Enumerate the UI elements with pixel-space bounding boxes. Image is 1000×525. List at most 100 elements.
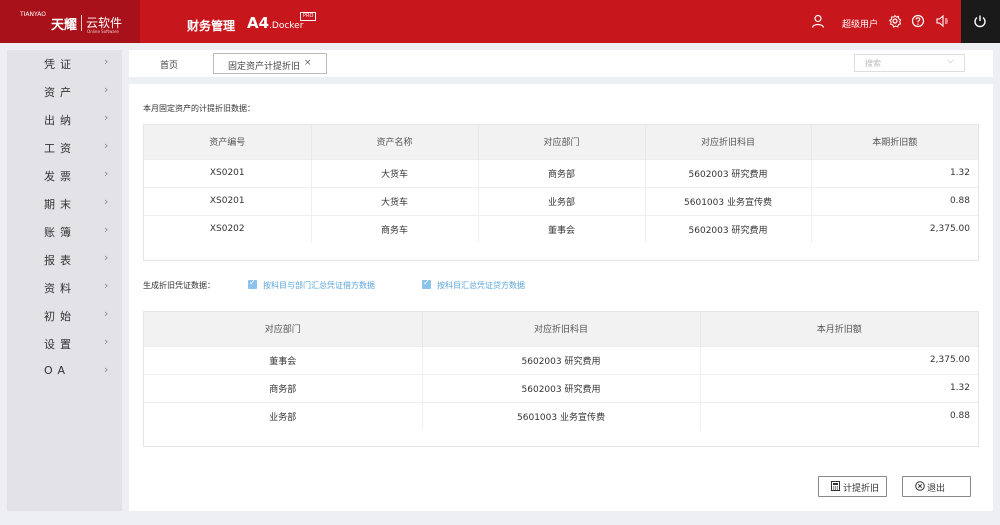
table-row[interactable]: 商务部 5602003 研究费用 1.32 (144, 373, 978, 402)
app-header: TIANYAO 天耀 云软件 Online Software 财务管理 A4.D… (0, 0, 1000, 43)
table-row[interactable]: 董事会 5602003 研究费用 2,375.00 (144, 345, 978, 374)
checkbox-debit-summary-label[interactable]: 按科目与部门汇总凭证借方数据 (263, 280, 375, 291)
chevron-right-icon: › (104, 55, 109, 68)
logo-brand-en: TIANYAO (20, 11, 46, 18)
power-button[interactable] (961, 0, 1000, 43)
user-name[interactable]: 超级用户 (842, 17, 878, 30)
chevron-right-icon: › (104, 195, 109, 208)
sidebar-item-reports[interactable]: 报表 › (7, 248, 122, 270)
sidebar-item-assets[interactable]: 资产 › (7, 80, 122, 102)
sidebar-item-label: 发票 (44, 170, 76, 183)
exit-button[interactable]: 退出 (902, 476, 971, 497)
table-cell: 业务部 (478, 186, 646, 215)
table-cell: 1.32 (811, 158, 978, 187)
table-cell: XS0201 (144, 186, 312, 215)
tab-label: 固定资产计提折旧 (228, 62, 301, 72)
table-cell: XS0201 (144, 158, 312, 187)
gear-icon[interactable] (888, 14, 902, 28)
sidebar-item-ledger[interactable]: 账簿 › (7, 220, 122, 242)
chevron-right-icon: › (104, 111, 109, 124)
sidebar-item-label: 资料 (44, 282, 76, 295)
sidebar-item-cashier[interactable]: 出纳 › (7, 108, 122, 130)
sidebar-item-label: 设置 (44, 338, 76, 351)
sidebar-item-period-end[interactable]: 期末 › (7, 192, 122, 214)
tab-home[interactable]: 首页 (160, 58, 178, 71)
sidebar-item-label: 工资 (44, 142, 76, 155)
column-header: 对应部门 (478, 125, 646, 159)
logo-brand-cn: 天耀 (51, 18, 78, 33)
chevron-right-icon: › (104, 83, 109, 96)
sidebar-item-initial[interactable]: 初始 › (7, 304, 122, 326)
sidebar-item-label: 账簿 (44, 226, 76, 239)
chevron-right-icon: › (104, 279, 109, 292)
table-cell: 5602003 研究费用 (422, 373, 701, 402)
search-placeholder: 搜索 (865, 59, 881, 68)
checkbox-credit-summary[interactable] (422, 278, 431, 289)
table-cell: 董事会 (478, 214, 646, 243)
exit-icon (915, 481, 925, 494)
table-cell: 1.32 (700, 373, 978, 402)
tab-bar: 首页 固定资产计提折旧 × 搜索 ⌵ (129, 50, 993, 77)
search-select[interactable]: 搜索 ⌵ (854, 54, 965, 72)
table-cell: 5601003 业务宣传费 (645, 186, 812, 215)
sidebar-item-label: 初始 (44, 310, 76, 323)
chevron-right-icon: › (104, 223, 109, 236)
column-header: 资产编号 (144, 125, 312, 159)
chevron-right-icon: › (104, 251, 109, 264)
sidebar-item-label: 期末 (44, 198, 76, 211)
depreciate-button-label: 计提折旧 (843, 484, 880, 494)
column-header: 本期折旧额 (811, 125, 978, 159)
close-icon[interactable]: × (304, 58, 312, 68)
column-header: 对应部门 (144, 312, 423, 346)
sidebar-item-settings[interactable]: 设置 › (7, 332, 122, 354)
user-icon[interactable] (811, 14, 825, 28)
table-row[interactable]: 业务部 5601003 业务宣传费 0.88 (144, 401, 978, 430)
chevron-down-icon: ⌵ (947, 56, 954, 66)
table-cell: 0.88 (811, 186, 978, 215)
table-cell: 业务部 (144, 401, 423, 430)
table-cell: 大货车 (311, 186, 479, 215)
checkbox-credit-summary-label[interactable]: 按科目汇总凭证贷方数据 (437, 280, 525, 291)
table-row[interactable]: XS0201 大货车 商务部 5602003 研究费用 1.32 (144, 158, 978, 187)
a4-docker-logo: A4.Docker (247, 14, 303, 32)
table-header-row: 资产编号 资产名称 对应部门 对应折旧科目 本期折旧额 (144, 125, 978, 159)
table-cell: XS0202 (144, 214, 312, 243)
table-cell: 5602003 研究费用 (645, 214, 812, 243)
table-cell: 5602003 研究费用 (645, 158, 812, 187)
column-header: 本月折旧额 (700, 312, 978, 346)
table-cell: 商务车 (311, 214, 479, 243)
logo-subtitle: Online Software (87, 29, 119, 34)
help-icon[interactable] (911, 14, 925, 28)
notification-icon[interactable] (935, 14, 949, 28)
sidebar-item-label: 出纳 (44, 114, 76, 127)
a4-text: A4 (247, 14, 270, 32)
sidebar-item-invoice[interactable]: 发票 › (7, 164, 122, 186)
checkbox-debit-summary[interactable] (248, 278, 257, 289)
chevron-right-icon: › (104, 307, 109, 320)
table-cell: 5601003 业务宣传费 (422, 401, 701, 430)
column-header: 资产名称 (311, 125, 479, 159)
table-cell: 商务部 (144, 373, 423, 402)
depreciate-button[interactable]: 计提折旧 (818, 476, 887, 497)
chevron-right-icon: › (104, 139, 109, 152)
sidebar-item-data[interactable]: 资料 › (7, 276, 122, 298)
power-icon (973, 14, 987, 28)
logo[interactable]: TIANYAO 天耀 云软件 Online Software (0, 0, 140, 43)
sidebar-item-label: 资产 (44, 86, 76, 99)
sidebar-item-voucher[interactable]: 凭证 › (7, 52, 122, 74)
sidebar-item-label: OA (44, 364, 70, 377)
table-row[interactable]: XS0202 商务车 董事会 5602003 研究费用 2,375.00 (144, 214, 978, 243)
sidebar: 凭证 › 资产 › 出纳 › 工资 › 发票 › 期末 › 账簿 › 报表 › 资料 › 初始 › … (7, 50, 122, 511)
table-cell: 商务部 (478, 158, 646, 187)
exit-button-label: 退出 (927, 484, 946, 494)
table-cell: 0.88 (700, 401, 978, 430)
logo-divider (81, 15, 82, 31)
sidebar-item-payroll[interactable]: 工资 › (7, 136, 122, 158)
chevron-right-icon: › (104, 335, 109, 348)
tab-depreciation[interactable]: 固定资产计提折旧 × (213, 53, 327, 74)
column-header: 对应折旧科目 (422, 312, 701, 346)
table-cell: 大货车 (311, 158, 479, 187)
column-header: 对应折旧科目 (645, 125, 812, 159)
sidebar-item-oa[interactable]: OA › (7, 360, 122, 382)
table-row[interactable]: XS0201 大货车 业务部 5601003 业务宣传费 0.88 (144, 186, 978, 215)
